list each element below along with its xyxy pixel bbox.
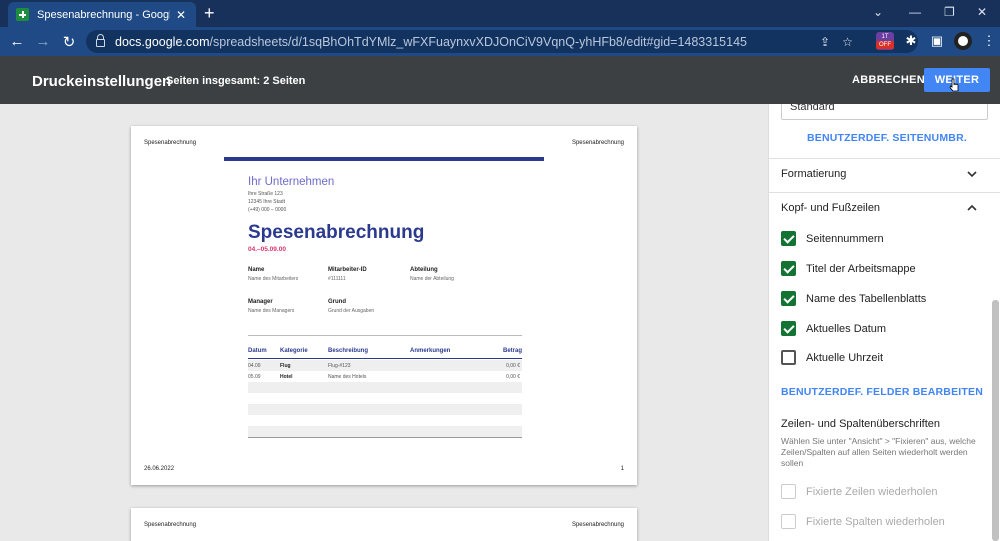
checkbox-checked-icon[interactable] xyxy=(781,261,796,276)
profile-avatar[interactable] xyxy=(954,32,972,50)
back-arrow-icon[interactable]: ← xyxy=(4,33,30,50)
checkbox-checked-icon[interactable] xyxy=(781,231,796,246)
page-header-left: Spesenabrechnung xyxy=(144,140,197,146)
checkbox-page-numbers[interactable]: Seitennummern xyxy=(781,231,884,246)
checkbox-current-time[interactable]: Aktuelle Uhrzeit xyxy=(781,350,883,365)
checkbox-repeat-frozen-rows[interactable]: Fixierte Zeilen wiederholen xyxy=(781,484,937,499)
checkbox-repeat-frozen-columns[interactable]: Fixierte Spalten wiederholen xyxy=(781,514,945,529)
url-path: /spreadsheets/d/1sqBhOhTdYMlz_wFXFuaynxv… xyxy=(209,34,747,49)
table-row: 05.09 Hotel Name des Hotels 0,00 € xyxy=(248,374,520,380)
restore-icon[interactable]: ❐ xyxy=(944,5,955,19)
preview-page-2: Spesenabrechnung Spesenabrechnung xyxy=(131,508,637,541)
th-amount: Betrag xyxy=(502,348,522,354)
custom-page-numbers-button[interactable]: BENUTZERDEF. SEITENUMBR. xyxy=(807,132,967,144)
reload-icon[interactable]: ↻ xyxy=(56,33,82,51)
page-header-left: Spesenabrechnung xyxy=(144,522,197,528)
checkbox-workbook-title[interactable]: Titel der Arbeitsmappe xyxy=(781,261,916,276)
forward-arrow-icon[interactable]: → xyxy=(30,33,56,50)
checkbox-sheet-name[interactable]: Name des Tabellenblatts xyxy=(781,291,926,306)
sidepanel-icon[interactable]: ▣ xyxy=(928,33,946,49)
page-numbers-select[interactable]: Standard xyxy=(781,104,988,120)
print-settings-title: Druckeinstellungen xyxy=(32,73,172,90)
mouse-cursor-icon xyxy=(949,78,959,92)
table-bottom-line xyxy=(248,437,522,438)
th-description: Beschreibung xyxy=(328,348,369,354)
browser-tab[interactable]: Spesenabrechnung - Google Tabellen ✕ xyxy=(8,2,196,27)
checkbox-current-date[interactable]: Aktuelles Datum xyxy=(781,321,886,336)
row-column-help-text: Wählen Sie unter "Ansicht" > "Fixieren" … xyxy=(781,436,976,468)
fields-separator xyxy=(248,335,522,336)
cancel-button[interactable]: ABBRECHEN xyxy=(846,68,931,92)
settings-scrollbar[interactable] xyxy=(992,300,999,541)
sheets-favicon-icon xyxy=(16,8,29,21)
window-close-icon[interactable]: ✕ xyxy=(977,5,987,19)
chevron-up-icon[interactable] xyxy=(967,203,977,213)
address-bar-actions: ⇪ ☆ xyxy=(820,30,853,53)
th-notes: Anmerkungen xyxy=(410,348,451,354)
page-header-right: Spesenabrechnung xyxy=(571,140,624,146)
table-row xyxy=(248,415,522,426)
report-title: Spesenabrechnung xyxy=(248,222,425,243)
title-bar xyxy=(224,157,544,161)
page-header-right: Spesenabrechnung xyxy=(571,522,624,528)
edit-custom-fields-button[interactable]: BENUTZERDEF. FELDER BEARBEITEN xyxy=(781,386,983,398)
print-preview-area[interactable]: Spesenabrechnung Spesenabrechnung Ihr Un… xyxy=(0,104,768,541)
checkbox-unchecked-icon[interactable] xyxy=(781,350,796,365)
checkbox-checked-icon[interactable] xyxy=(781,321,796,336)
page-footer-number: 1 xyxy=(620,466,624,472)
row-column-headings-title: Zeilen- und Spaltenüberschriften xyxy=(781,418,940,430)
bookmark-star-icon[interactable]: ☆ xyxy=(842,35,853,49)
browser-toolbar: ← → ↻ docs.google.com/spreadsheets/d/1sq… xyxy=(0,27,1000,56)
url-host: docs.google.com xyxy=(115,34,210,49)
new-tab-button[interactable]: + xyxy=(204,3,215,23)
page-footer-date: 26.06.2022 xyxy=(144,466,175,472)
chevron-down-icon[interactable] xyxy=(967,169,977,179)
print-settings-header: Druckeinstellungen Seiten insgesamt: 2 S… xyxy=(0,56,1000,104)
tab-title: Spesenabrechnung - Google Tabellen xyxy=(37,8,170,21)
checkbox-checked-icon[interactable] xyxy=(781,291,796,306)
extensions-puzzle-icon[interactable]: ✱ xyxy=(902,33,920,49)
browser-menu-icon[interactable]: ⋮ xyxy=(980,33,998,49)
company-address: Ihre Straße 123 12345 Ihre Stadt (+49) 0… xyxy=(248,191,287,213)
tab-close-icon[interactable]: ✕ xyxy=(174,8,188,22)
header-footer-section-toggle[interactable]: Kopf- und Fußzeilen xyxy=(781,202,880,214)
preview-page-1: Spesenabrechnung Spesenabrechnung Ihr Un… xyxy=(131,126,637,485)
lock-icon xyxy=(96,34,105,47)
extension-area: 1T OFF ✱ ▣ ⋮ xyxy=(876,30,998,52)
th-category: Kategorie xyxy=(280,348,308,354)
field-employee-id: Mitarbeiter-ID #111111 xyxy=(328,267,367,282)
checkbox-disabled-icon[interactable] xyxy=(781,484,796,499)
report-fields: Name Name des Mitarbeiters Mitarbeiter-ID… xyxy=(248,267,544,331)
field-reason: Grund Grund der Ausgaben xyxy=(328,299,375,314)
tab-search-chevron-icon[interactable]: ⌄ xyxy=(873,5,883,19)
table-header-line xyxy=(248,358,522,359)
extension-1t-icon[interactable]: 1T OFF xyxy=(876,32,894,50)
th-date: Datum xyxy=(248,348,267,354)
minimize-icon[interactable]: — xyxy=(909,5,921,19)
table-row xyxy=(248,426,522,437)
table-row xyxy=(248,393,522,404)
expense-report: Ihr Unternehmen Ihre Straße 123 12345 Ih… xyxy=(224,157,544,438)
page-count-label: Seiten insgesamt: 2 Seiten xyxy=(166,75,306,87)
print-settings-panel[interactable]: Standard BENUTZERDEF. SEITENUMBR. Format… xyxy=(768,104,1000,541)
report-period: 04.–05.09.00 xyxy=(248,246,286,253)
browser-tab-bar: Spesenabrechnung - Google Tabellen ✕ + ⌄… xyxy=(0,0,1000,27)
company-name: Ihr Unternehmen xyxy=(248,176,335,188)
field-department: Abteilung Name der Abteilung xyxy=(410,267,454,282)
table-row xyxy=(248,382,522,393)
formatting-section-toggle[interactable]: Formatierung xyxy=(781,168,846,180)
field-manager: Manager Name des Managers xyxy=(248,299,295,314)
table-row: 04.09 Flug Flug-#123 0,00 € xyxy=(248,360,522,371)
checkbox-disabled-icon[interactable] xyxy=(781,514,796,529)
address-bar[interactable]: docs.google.com/spreadsheets/d/1sqBhOhTd… xyxy=(86,30,918,53)
table-row xyxy=(248,404,522,415)
field-name: Name Name des Mitarbeiters xyxy=(248,267,299,282)
share-icon[interactable]: ⇪ xyxy=(820,35,830,49)
